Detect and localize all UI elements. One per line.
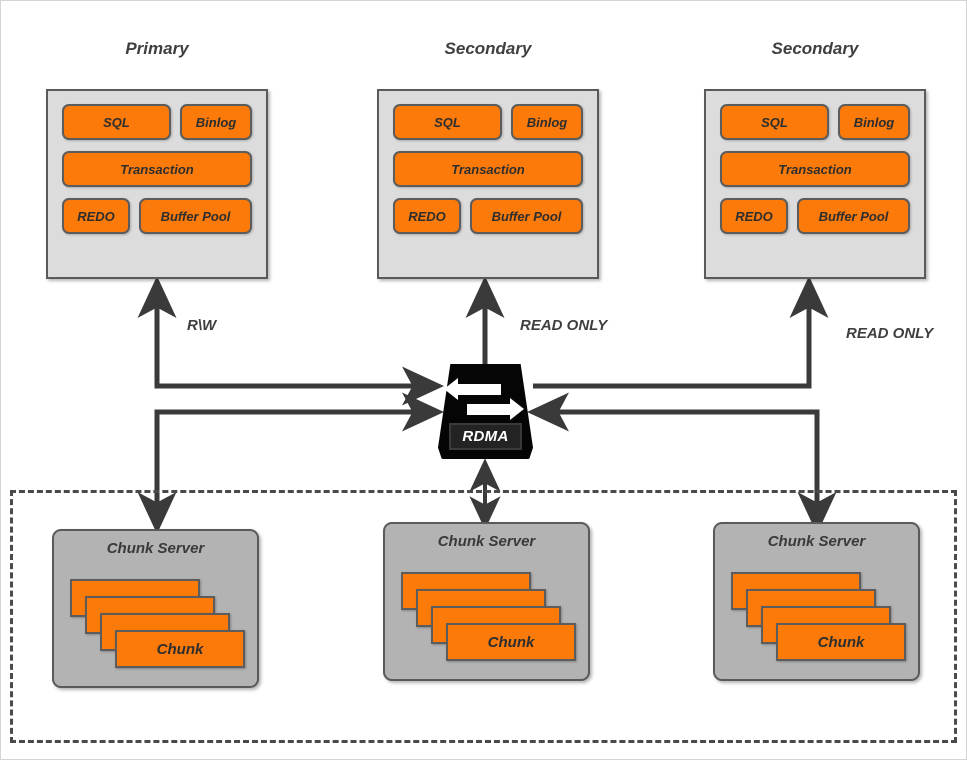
chunk-server-title: Chunk Server — [437, 533, 536, 550]
component-transaction: Transaction — [393, 151, 583, 187]
node-row-redo-bufferpool: REDO Buffer Pool — [720, 198, 910, 234]
component-redo: REDO — [720, 198, 788, 234]
node-row-redo-bufferpool: REDO Buffer Pool — [393, 198, 583, 234]
node-title-primary: Primary — [125, 39, 189, 58]
component-redo: REDO — [393, 198, 461, 234]
node-row-transaction: Transaction — [393, 151, 583, 187]
edge-label-read-write: R\W — [187, 317, 217, 334]
component-buffer-pool: Buffer Pool — [139, 198, 252, 234]
node-row-sql-binlog: SQL Binlog — [393, 104, 583, 140]
chunk-stack: Chunk — [70, 579, 245, 679]
edge-primary-to-switch — [137, 275, 445, 406]
component-sql: SQL — [720, 104, 829, 140]
component-buffer-pool: Buffer Pool — [797, 198, 910, 234]
component-sql: SQL — [393, 104, 502, 140]
transfer-arrow-left-shaft — [455, 384, 501, 395]
rdma-label-plate: RDMA — [449, 423, 522, 450]
component-transaction: Transaction — [62, 151, 252, 187]
node-title-secondary-1: Secondary — [444, 39, 532, 58]
rdma-network-switch: RDMA — [438, 364, 533, 459]
edge-label-read-only-2: READ ONLY — [846, 325, 934, 342]
chunk-block-front: Chunk — [446, 623, 576, 661]
node-row-transaction: Transaction — [62, 151, 252, 187]
compute-node-secondary-2: SQL Binlog Transaction REDO Buffer Pool — [704, 89, 926, 279]
chunk-block-front: Chunk — [776, 623, 906, 661]
chunk-stack: Chunk — [401, 572, 576, 672]
rdma-label: RDMA — [462, 428, 509, 445]
chunk-server-1: Chunk Server Chunk — [52, 529, 259, 688]
chunk-server-title: Chunk Server — [767, 533, 866, 550]
chunk-server-3: Chunk Server Chunk — [713, 522, 920, 681]
edge-label-read-only-1: READ ONLY — [520, 317, 608, 334]
transfer-arrow-right-shaft — [467, 404, 513, 415]
node-row-sql-binlog: SQL Binlog — [62, 104, 252, 140]
component-transaction: Transaction — [720, 151, 910, 187]
chunk-stack: Chunk — [731, 572, 906, 672]
component-buffer-pool: Buffer Pool — [470, 198, 583, 234]
chunk-block-front: Chunk — [115, 630, 245, 668]
chunk-server-title: Chunk Server — [106, 540, 205, 557]
component-redo: REDO — [62, 198, 130, 234]
component-binlog: Binlog — [838, 104, 910, 140]
compute-node-secondary-1: SQL Binlog Transaction REDO Buffer Pool — [377, 89, 599, 279]
chunk-server-2: Chunk Server Chunk — [383, 522, 590, 681]
compute-node-primary: SQL Binlog Transaction REDO Buffer Pool — [46, 89, 268, 279]
node-row-sql-binlog: SQL Binlog — [720, 104, 910, 140]
component-binlog: Binlog — [180, 104, 252, 140]
architecture-diagram: chunk server 1 (left) --> chunk server 2… — [0, 0, 967, 760]
node-row-redo-bufferpool: REDO Buffer Pool — [62, 198, 252, 234]
node-title-secondary-2: Secondary — [771, 39, 859, 58]
component-binlog: Binlog — [511, 104, 583, 140]
node-row-transaction: Transaction — [720, 151, 910, 187]
edge-secondary2-to-switch — [533, 275, 829, 389]
component-sql: SQL — [62, 104, 171, 140]
